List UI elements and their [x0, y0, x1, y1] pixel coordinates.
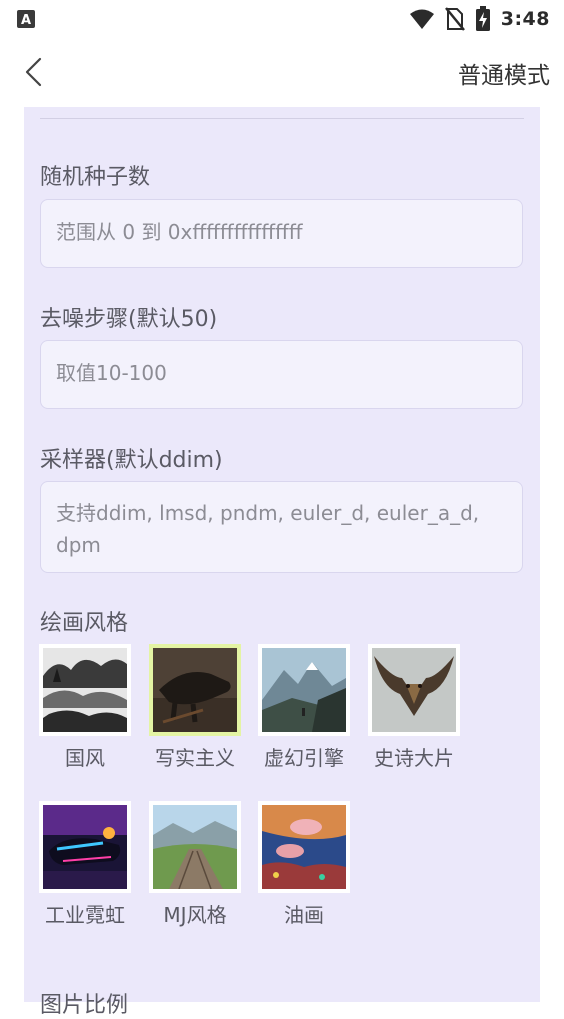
battery-charging-icon — [475, 6, 490, 31]
ink-landscape-thumbnail — [43, 648, 127, 732]
svg-text:A: A — [21, 13, 31, 28]
status-bar: A 3:48 — [0, 0, 564, 40]
style-thumbnail — [149, 801, 241, 893]
style-option-realism[interactable]: 写实主义 — [149, 644, 245, 770]
steps-label: 去噪步骤(默认50) — [40, 307, 218, 332]
style-thumbnail — [39, 644, 131, 736]
style-option-industrial-neon[interactable]: 工业霓虹 — [39, 801, 135, 927]
back-button[interactable] — [18, 52, 58, 92]
app-bar: 普通模式 — [0, 40, 564, 106]
style-thumbnail — [258, 801, 350, 893]
dragon-skull-thumbnail — [372, 648, 456, 732]
style-option-epic[interactable]: 史诗大片 — [368, 644, 464, 770]
no-sim-icon — [444, 7, 465, 31]
steps-field[interactable] — [40, 340, 523, 409]
style-option-label: 油画 — [284, 903, 324, 927]
sampler-field[interactable] — [40, 481, 523, 573]
settings-panel: 随机种子数 去噪步骤(默认50) 采样器(默认ddim) 绘画风格 国风 — [24, 107, 540, 1018]
sampler-input[interactable] — [56, 497, 510, 564]
style-option-guofeng[interactable]: 国风 — [39, 644, 135, 770]
oil-painting-thumbnail — [262, 805, 346, 889]
notification-a-icon: A — [17, 10, 35, 28]
style-thumbnail — [368, 644, 460, 736]
style-label: 绘画风格 — [40, 611, 129, 636]
style-option-label: 国风 — [65, 746, 105, 770]
mode-title[interactable]: 普通模式 — [458, 56, 550, 90]
seed-label: 随机种子数 — [40, 165, 151, 190]
seed-field[interactable] — [40, 199, 523, 268]
style-thumbnail — [258, 644, 350, 736]
style-option-unreal-engine[interactable]: 虚幻引擎 — [258, 644, 354, 770]
style-thumbnail — [39, 801, 131, 893]
style-option-label: MJ风格 — [163, 903, 227, 927]
divider — [40, 118, 524, 119]
sampler-label: 采样器(默认ddim) — [40, 448, 223, 473]
style-option-label: 虚幻引擎 — [264, 746, 344, 770]
wifi-icon — [409, 9, 434, 29]
steps-input[interactable] — [56, 361, 510, 385]
status-time: 3:48 — [500, 8, 550, 30]
style-option-label: 史诗大片 — [374, 746, 454, 770]
neon-vehicle-thumbnail — [43, 805, 127, 889]
boar-thumbnail — [153, 648, 237, 732]
seed-input[interactable] — [56, 220, 510, 244]
style-option-label: 工业霓虹 — [45, 903, 125, 927]
chevron-left-icon — [25, 57, 42, 87]
railway-valley-thumbnail — [153, 805, 237, 889]
ratio-label: 图片比例 — [40, 993, 129, 1018]
style-thumbnail-selected — [149, 644, 241, 736]
style-option-mj[interactable]: MJ风格 — [149, 801, 245, 927]
style-option-oil-painting[interactable]: 油画 — [258, 801, 354, 927]
mountain-thumbnail — [262, 648, 346, 732]
style-option-label: 写实主义 — [155, 746, 235, 770]
